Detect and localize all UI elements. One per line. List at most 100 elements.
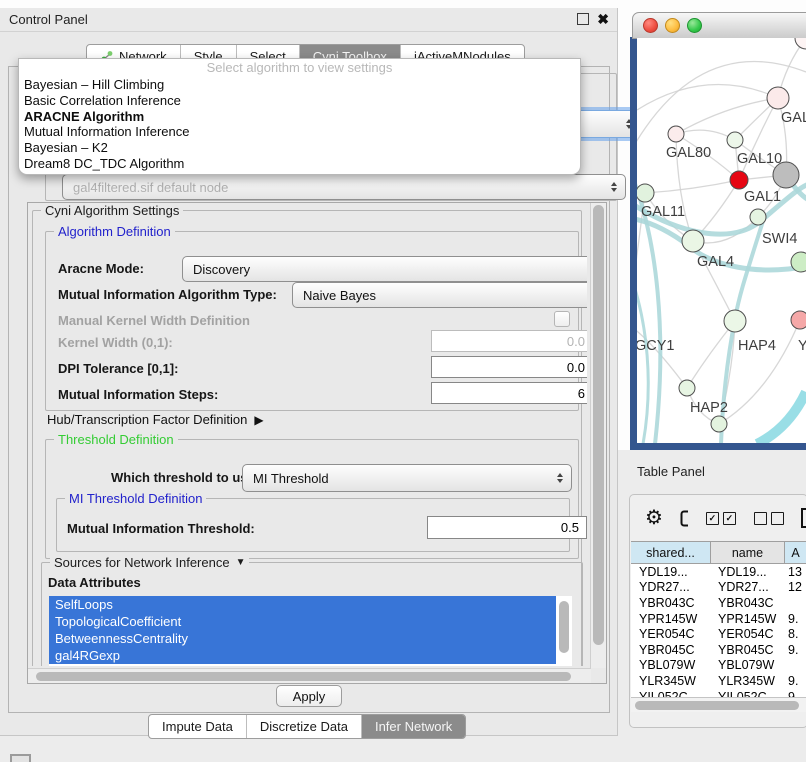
node-bottom-green[interactable]	[711, 416, 727, 432]
table-cell: 9.	[783, 612, 806, 626]
aracne-mode-label: Aracne Mode:	[58, 261, 144, 276]
table-cell: YBR043C	[710, 596, 783, 610]
vertical-scrollbar-thumb[interactable]	[593, 205, 604, 645]
table-row[interactable]: YBR045CYBR045C9.	[631, 642, 806, 658]
node-label: HAP2	[690, 400, 728, 416]
close-traffic-light[interactable]	[643, 18, 658, 33]
dropdown-item[interactable]: Basic Correlation Inference	[19, 93, 580, 109]
combo-arrows-icon	[557, 473, 563, 483]
list-scrollbar-thumb[interactable]	[559, 601, 569, 653]
column-header-shared-name[interactable]: shared...	[631, 542, 711, 563]
network-window-titlebar[interactable]	[632, 12, 806, 39]
table-scrollbar-thumb[interactable]	[635, 701, 799, 710]
table-cell: YPR145W	[631, 612, 710, 626]
kernel-width-field[interactable]: 0.0	[431, 330, 587, 352]
table-cell: YIL052C	[631, 690, 710, 697]
sources-toggle[interactable]: Sources for Network Inference ▼	[50, 555, 249, 570]
apply-button[interactable]: Apply	[276, 685, 342, 707]
node-corner-node[interactable]	[795, 38, 806, 49]
tab-impute-data[interactable]: Impute Data	[149, 715, 246, 738]
float-button[interactable]	[577, 13, 589, 25]
mi-threshold-field[interactable]: 0.5	[427, 516, 587, 539]
horizontal-scrollbar-thumb[interactable]	[36, 672, 571, 681]
manual-kernel-checkbox[interactable]	[554, 311, 570, 327]
node-gal1[interactable]	[730, 171, 748, 189]
select-all-checkboxes-icon[interactable]: ✓ ✓	[706, 512, 736, 525]
table-row[interactable]: YPR145WYPR145W9.	[631, 611, 806, 627]
dpi-tolerance-field[interactable]: 0.0	[431, 356, 587, 378]
close-icon[interactable]: ✖	[597, 12, 609, 26]
mi-steps-field[interactable]: 6	[431, 382, 587, 404]
dropdown-item[interactable]: Dream8 DC_TDC Algorithm	[19, 156, 580, 172]
aracne-mode-value: Discovery	[193, 262, 250, 277]
node-gal4[interactable]	[682, 230, 704, 252]
hub-definition-label: Hub/Transcription Factor Definition	[47, 412, 247, 427]
node-right-pink[interactable]	[791, 311, 806, 329]
network-edge	[645, 180, 739, 193]
list-item[interactable]: BetweennessCentrality	[49, 630, 556, 647]
list-item[interactable]: SelfLoops	[49, 596, 556, 613]
table-row[interactable]: YDL19...YDL19...13	[631, 564, 806, 580]
dropdown-item[interactable]: ARACNE Algorithm	[19, 109, 580, 125]
columns-icon[interactable]	[680, 510, 688, 527]
hub-definition-toggle[interactable]: Hub/Transcription Factor Definition ▶	[47, 412, 264, 427]
deselect-all-checkboxes-icon[interactable]	[754, 512, 784, 525]
node-hap2[interactable]	[679, 380, 695, 396]
algorithm-dropdown-popup: Select algorithm to view settings Bayesi…	[18, 58, 581, 175]
mi-threshold-label: Mutual Information Threshold:	[67, 521, 255, 536]
table-row[interactable]: YLR345WYLR345W9.	[631, 673, 806, 689]
tab-label: Discretize Data	[260, 719, 348, 734]
minimize-traffic-light[interactable]	[665, 18, 680, 33]
group-title: Algorithm Definition	[54, 224, 175, 239]
node-gal10[interactable]	[727, 132, 743, 148]
list-item[interactable]: gal4RGexp	[49, 647, 556, 664]
gear-icon[interactable]: ⚙	[645, 508, 663, 528]
column-header-partial[interactable]: A	[785, 542, 806, 563]
document-icon[interactable]	[800, 507, 806, 529]
network-canvas[interactable]: GALGAL80GAL10GAL1GAL11SWI4GAL4GCY1HAP4YH…	[637, 38, 806, 443]
aracne-mode-combo[interactable]: Discovery	[182, 256, 587, 282]
horizontal-scrollbar[interactable]	[28, 668, 591, 683]
panel-corner-icon[interactable]	[10, 754, 31, 762]
zoom-traffic-light[interactable]	[687, 18, 702, 33]
dropdown-item[interactable]: Bayesian – Hill Climbing	[19, 77, 580, 93]
node-gal11[interactable]	[637, 184, 654, 202]
table-cell: 9	[783, 690, 806, 697]
data-attributes-label: Data Attributes	[48, 575, 141, 590]
table-row[interactable]: YBL079WYBL079W	[631, 658, 806, 674]
node-gal80[interactable]	[668, 126, 684, 142]
dropdown-item[interactable]: Mutual Information Inference	[19, 124, 580, 140]
tab-infer-network[interactable]: Infer Network	[361, 715, 465, 738]
column-header-name[interactable]: name	[711, 542, 785, 563]
mi-steps-value: 6	[578, 386, 585, 401]
which-threshold-combo[interactable]: MI Threshold	[242, 464, 572, 492]
tab-discretize-data[interactable]: Discretize Data	[246, 715, 361, 738]
dpi-tolerance-label: DPI Tolerance [0,1]:	[58, 361, 178, 376]
table-row[interactable]: YBR043CYBR043C	[631, 595, 806, 611]
data-table-combo[interactable]: gal4filtered.sif default node	[62, 174, 626, 200]
table-cell: YBR043C	[631, 596, 710, 610]
table-row[interactable]: YIL052CYIL052C9	[631, 689, 806, 697]
node-label: GAL10	[737, 151, 782, 167]
list-item[interactable]: TopologicalCoefficient	[49, 613, 556, 630]
node-gal-top[interactable]	[767, 87, 789, 109]
network-edge	[676, 130, 735, 140]
combo-arrows-icon	[611, 182, 617, 192]
table-row[interactable]: YER054CYER054C8.	[631, 626, 806, 642]
vertical-scrollbar[interactable]	[590, 203, 606, 668]
node-hap4[interactable]	[724, 310, 746, 332]
table-row[interactable]: YDR27...YDR27...12	[631, 580, 806, 596]
settings-viewport: Cyni Algorithm Settings Algorithm Defini…	[27, 202, 607, 684]
node-label: SWI4	[762, 231, 797, 247]
unchecked-box-icon	[771, 512, 784, 525]
table-horizontal-scrollbar[interactable]	[631, 697, 806, 712]
table-cell: 9.	[783, 643, 806, 657]
table-cell: YLR345W	[710, 674, 783, 688]
node-swi4[interactable]	[750, 209, 766, 225]
dropdown-item[interactable]: Bayesian – K2	[19, 140, 580, 156]
node-label: GAL4	[697, 254, 734, 270]
node-right-green[interactable]	[791, 252, 806, 272]
table-cell: YBL079W	[631, 658, 710, 672]
table-cell: YER054C	[710, 627, 783, 641]
mi-type-combo[interactable]: Naive Bayes	[292, 282, 587, 308]
